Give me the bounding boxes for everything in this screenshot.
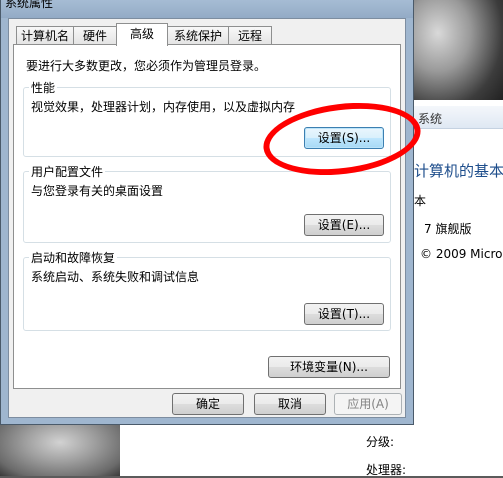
startup-recovery-description: 系统启动、系统失败和调试信息	[31, 270, 200, 284]
performance-title: 性能	[29, 79, 58, 96]
background-bar-label: 系统	[418, 112, 443, 126]
tab-system-protection[interactable]: 系统保护	[167, 26, 229, 45]
background-address-bar: 系统	[412, 106, 503, 129]
environment-variables-button[interactable]: 环境变量(N)...	[268, 356, 390, 378]
user-profiles-description: 与您登录有关的桌面设置	[31, 184, 164, 198]
window-title: 系统属性	[5, 0, 54, 10]
performance-description: 视觉效果，处理器计划，内存使用，以及虚拟内存	[31, 100, 296, 114]
tab-hardware[interactable]: 硬件	[73, 26, 117, 45]
background-line-copyright: © 2009 Micros	[420, 247, 503, 261]
tab-advanced[interactable]: 高级	[116, 23, 168, 46]
cancel-button[interactable]: 取消	[254, 393, 326, 415]
startup-recovery-title: 启动和故障恢复	[29, 249, 118, 266]
background-line-edition: 本	[414, 194, 427, 208]
system-properties-dialog: 系统属性 计算机名 硬件 高级 系统保护 远程 要进行大多数更改，您必须作为管理…	[0, 0, 414, 425]
background-system-window-bottom	[120, 418, 503, 476]
user-profiles-title: 用户配置文件	[29, 163, 106, 180]
user-profiles-group: 用户配置文件 与您登录有关的桌面设置 设置(E)...	[23, 163, 391, 243]
background-label-rating: 分级:	[366, 435, 395, 449]
desktop-wallpaper	[410, 0, 503, 110]
desktop-wallpaper-bottom	[0, 420, 120, 476]
background-label-processor: 处理器:	[366, 463, 407, 477]
ok-button[interactable]: 确定	[172, 393, 244, 415]
advanced-tab-panel: 要进行大多数更改，您必须作为管理员登录。 性能 视觉效果，处理器计划，内存使用，…	[13, 44, 401, 389]
user-profiles-settings-button[interactable]: 设置(E)...	[304, 214, 384, 236]
startup-recovery-group: 启动和故障恢复 系统启动、系统失败和调试信息 设置(T)...	[23, 249, 391, 331]
admin-note: 要进行大多数更改，您必须作为管理员登录。	[26, 59, 267, 73]
title-bar[interactable]: 系统属性	[1, 0, 413, 18]
performance-settings-button[interactable]: 设置(S)...	[304, 127, 384, 149]
tab-computer-name[interactable]: 计算机名	[16, 26, 74, 45]
performance-group: 性能 视觉效果，处理器计划，内存使用，以及虚拟内存 设置(S)...	[23, 79, 391, 157]
background-heading: 计算机的基本	[414, 162, 503, 180]
apply-button[interactable]: 应用(A)	[334, 393, 402, 415]
startup-recovery-settings-button[interactable]: 设置(T)...	[304, 303, 384, 325]
background-line-windows: 7 旗舰版	[424, 222, 472, 236]
dialog-client-area: 计算机名 硬件 高级 系统保护 远程 要进行大多数更改，您必须作为管理员登录。 …	[8, 18, 406, 418]
tab-remote[interactable]: 远程	[228, 26, 272, 45]
